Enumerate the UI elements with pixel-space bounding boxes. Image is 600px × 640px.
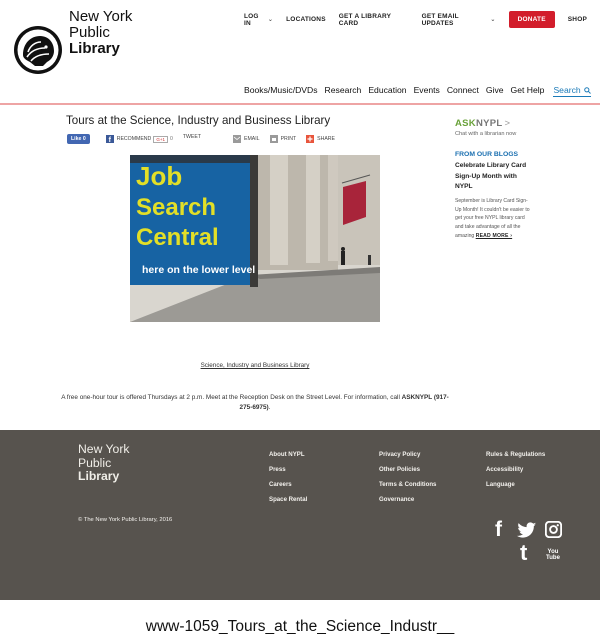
footer-link-other-policies[interactable]: Other Policies <box>379 462 436 477</box>
shop-link[interactable]: SHOP <box>568 16 587 23</box>
nav-books-music-dvds[interactable]: Books/Music/DVDs <box>244 85 318 97</box>
email-icon <box>233 135 241 143</box>
print-label: PRINT <box>280 136 297 142</box>
footer-logo-line-1: New York <box>78 442 130 456</box>
lion-logo-icon <box>14 26 62 74</box>
tweet-button[interactable]: TWEET <box>183 134 201 140</box>
job-search-central-photo: Job Search Central here on the lower lev… <box>130 155 380 322</box>
print-icon <box>269 135 278 143</box>
site-footer: New York Public Library About NYPL Press… <box>0 430 600 600</box>
email-label: EMAIL <box>244 136 260 142</box>
utility-get-email-updates-label: GET EMAIL UPDATES <box>421 12 459 27</box>
recommend-button[interactable]: f RECOMMEND G+1 0 <box>105 135 173 143</box>
nav-research[interactable]: Research <box>325 85 362 97</box>
email-button[interactable]: EMAIL <box>233 135 260 143</box>
footer-logo-line-2: Public <box>78 455 112 470</box>
donate-button[interactable]: DONATE <box>508 11 555 28</box>
chevron-down-icon: ⌄ <box>490 17 496 23</box>
utility-locations-label: LOCATIONS <box>286 16 326 23</box>
nav-get-help[interactable]: Get Help <box>511 85 545 97</box>
poster-line-2: Search <box>136 194 216 221</box>
search-icon <box>583 86 591 94</box>
blog-post-title[interactable]: Celebrate Library Card Sign-Up Month wit… <box>455 161 535 193</box>
screenshot-filename-label: www-1059_Tours_at_the_Science_Industr__ <box>145 618 455 635</box>
logo-line-3: Library <box>69 40 120 57</box>
footer-link-press[interactable]: Press <box>269 462 307 477</box>
footer-column-3: Rules & Regulations Accessibility Langua… <box>486 447 545 492</box>
poster-line-1: Job <box>136 161 182 191</box>
tweet-label: TWEET <box>182 133 201 140</box>
nypl-logo[interactable]: New York Public Library <box>13 9 132 75</box>
blogs-heading[interactable]: FROM OUR BLOGS <box>455 151 518 158</box>
page-title: Tours at the Science, Industry and Busin… <box>66 114 331 127</box>
share-button[interactable]: SHARE <box>306 135 335 143</box>
footer-column-2: Privacy Policy Other Policies Terms & Co… <box>379 447 436 507</box>
recommend-label: RECOMMEND <box>116 136 152 142</box>
tumblr-icon[interactable]: t <box>520 540 527 566</box>
footer-link-rules[interactable]: Rules & Regulations <box>486 447 545 462</box>
asknypl-subtitle[interactable]: Chat with a librarian now <box>455 131 516 137</box>
poster-line-4: here on the lower level <box>142 264 255 276</box>
share-label: SHARE <box>317 136 336 142</box>
copyright: © The New York Public Library, 2016 <box>78 517 173 523</box>
footer-link-terms[interactable]: Terms & Conditions <box>379 477 436 492</box>
tour-description-end: . <box>268 404 271 411</box>
footer-link-space-rental[interactable]: Space Rental <box>269 492 307 507</box>
search-label: Search <box>553 85 581 95</box>
nav-give[interactable]: Give <box>486 85 504 97</box>
chevron-down-icon: ⌄ <box>267 17 274 23</box>
like-label: Like 0 <box>71 136 86 142</box>
site-header: New York Public Library LOG IN ⌄ LOCATIO… <box>0 0 600 105</box>
utility-locations[interactable]: LOCATIONS <box>286 16 326 23</box>
nav-connect[interactable]: Connect <box>447 85 479 97</box>
utility-log-in[interactable]: LOG IN ⌄ <box>244 13 273 27</box>
social-links: f t You Tube <box>490 518 570 580</box>
share-bar: Like 0 f RECOMMEND G+1 0 TWEET EMAIL PRI… <box>67 134 345 144</box>
logo-line-1: New York <box>69 8 133 25</box>
blog-post-excerpt: September is Library Card Sign-Up Month!… <box>455 197 533 241</box>
search-button[interactable]: Search <box>553 85 591 97</box>
asknypl-nypl: NYPL <box>475 118 503 129</box>
utility-get-library-card-label: GET A LIBRARY CARD <box>338 12 392 27</box>
article-photo: Job Search Central here on the lower lev… <box>130 155 380 322</box>
logo-line-2: Public <box>69 24 110 41</box>
footer-column-1: About NYPL Press Careers Space Rental <box>269 447 307 507</box>
footer-link-careers[interactable]: Careers <box>269 477 307 492</box>
utility-get-library-card[interactable]: GET A LIBRARY CARD <box>339 13 409 27</box>
utility-nav: LOG IN ⌄ LOCATIONS GET A LIBRARY CARD GE… <box>244 11 600 28</box>
gplus-count: 0 <box>169 136 173 142</box>
nav-education[interactable]: Education <box>368 85 406 97</box>
print-button[interactable]: PRINT <box>269 135 297 143</box>
instagram-icon[interactable] <box>545 521 562 538</box>
nav-events[interactable]: Events <box>414 85 440 97</box>
footer-link-governance[interactable]: Governance <box>379 492 436 507</box>
twitter-icon[interactable] <box>517 522 537 539</box>
header-divider <box>0 103 600 105</box>
asknypl-link[interactable]: ASKNYPL > <box>455 118 510 129</box>
footer-link-accessibility[interactable]: Accessibility <box>486 462 545 477</box>
read-more-link[interactable]: READ MORE › <box>476 233 512 239</box>
poster-line-3: Central <box>136 224 219 251</box>
utility-get-email-updates[interactable]: GET EMAIL UPDATES ⌄ <box>422 13 496 27</box>
chevron-right-icon: > <box>504 118 511 129</box>
logo-wordmark: New York Public Library <box>69 9 132 57</box>
plus-icon <box>306 135 315 143</box>
photo-caption-link[interactable]: Science, Industry and Business Library <box>0 362 510 369</box>
footer-logo[interactable]: New York Public Library <box>78 442 130 484</box>
main-nav: Books/Music/DVDs Research Education Even… <box>244 85 591 97</box>
asknypl-ask: ASK <box>455 118 476 129</box>
youtube-icon[interactable]: You Tube <box>546 549 560 561</box>
facebook-icon: f <box>105 135 114 143</box>
utility-log-in-label: LOG IN <box>244 12 259 27</box>
facebook-icon[interactable]: f <box>495 518 502 542</box>
facebook-like-button[interactable]: Like 0 <box>67 134 90 144</box>
gplus-button[interactable]: G+1 <box>153 135 168 143</box>
footer-link-about[interactable]: About NYPL <box>269 447 307 462</box>
footer-logo-line-3: Library <box>78 469 120 483</box>
footer-link-privacy[interactable]: Privacy Policy <box>379 447 436 462</box>
tour-description-text: A free one-hour tour is offered Thursday… <box>61 394 400 401</box>
footer-link-language[interactable]: Language <box>486 477 545 492</box>
tour-description: A free one-hour tour is offered Thursday… <box>60 393 450 413</box>
